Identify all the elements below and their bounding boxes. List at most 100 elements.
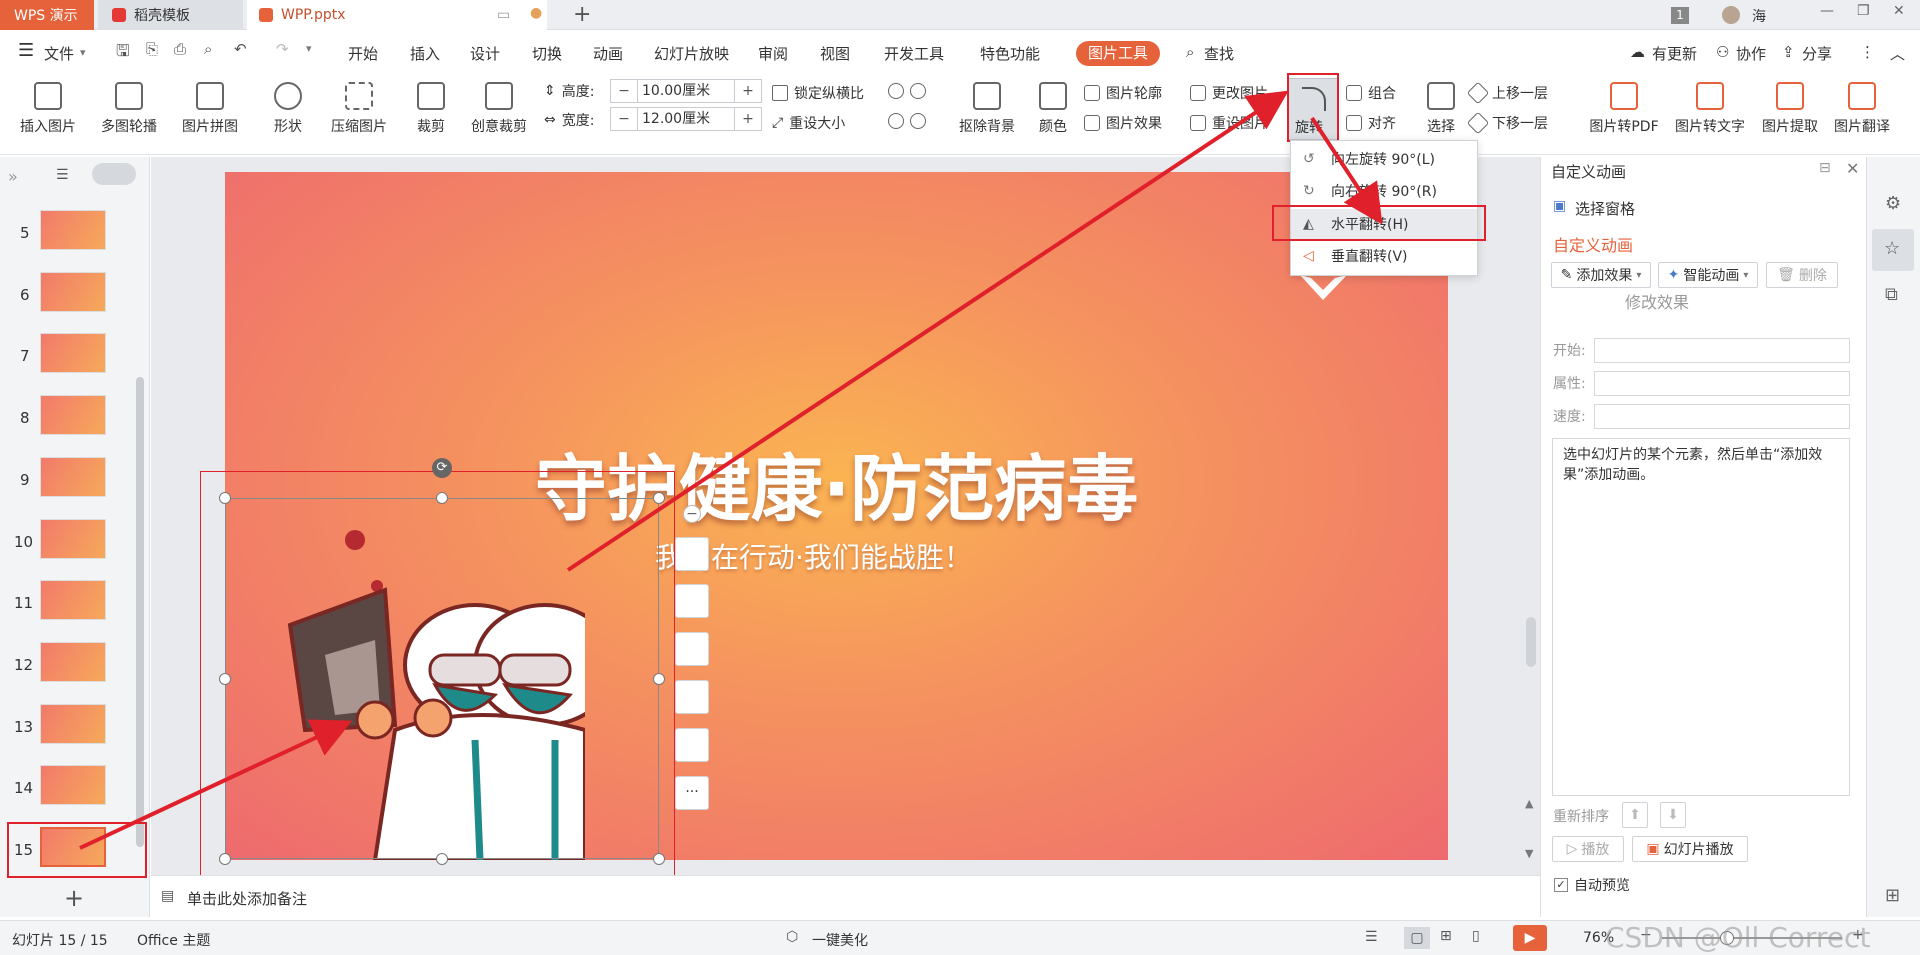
reset-picture-button[interactable]: 重设图片 <box>1190 113 1268 133</box>
picture-outline-button[interactable]: 图片轮廓 <box>1084 83 1162 103</box>
resize-handle-tr[interactable] <box>653 492 665 504</box>
scroll-down-icon[interactable]: ▼ <box>1525 847 1533 860</box>
resize-handle-mr[interactable] <box>653 673 665 685</box>
crop-float-icon[interactable] <box>675 632 709 666</box>
height-plus[interactable]: + <box>735 83 761 99</box>
notes-placeholder[interactable]: 单击此处添加备注 <box>187 888 307 909</box>
menu-item-slideshow[interactable]: 幻灯片放映 <box>654 43 729 64</box>
slide-thumbnail[interactable] <box>40 580 106 621</box>
sorter-view-icon[interactable]: ⊞ <box>1440 928 1452 944</box>
resize-handle-tl[interactable] <box>219 492 231 504</box>
notes-toggle-icon[interactable]: ☰ <box>1365 929 1378 945</box>
auto-preview-checkbox[interactable]: ✓ 自动预览 <box>1554 875 1630 895</box>
height-stepper[interactable]: −10.00厘米 + <box>610 79 762 103</box>
notes-bar[interactable]: ▤ 单击此处添加备注 <box>151 875 1541 920</box>
tab-wps[interactable]: WPS 演示 <box>0 0 94 30</box>
slide-thumbnail[interactable] <box>40 641 106 682</box>
picture-collage-button[interactable]: 图片拼图 <box>172 82 248 136</box>
layers-icon[interactable] <box>675 537 709 571</box>
minimize-icon[interactable]: — <box>1820 3 1834 19</box>
normal-view-icon[interactable]: ▢ <box>1404 927 1430 949</box>
selection-pane-link[interactable]: 选择窗格 <box>1575 198 1635 219</box>
menu-item-design[interactable]: 设计 <box>470 43 500 64</box>
menu-file[interactable]: 文件 <box>44 43 74 64</box>
grid-apps-icon[interactable]: ⊞ <box>1885 885 1900 906</box>
slide-thumbnail[interactable] <box>40 395 106 436</box>
resize-handle-bl[interactable] <box>219 853 231 865</box>
insert-picture-button[interactable]: 插入图片 <box>10 82 86 136</box>
smart-animation-button[interactable]: ✦ 智能动画 ▾ <box>1658 262 1758 288</box>
resize-handle-bc[interactable] <box>436 853 448 865</box>
slide-thumbnail[interactable] <box>40 210 106 250</box>
collapse-toolbar-icon[interactable]: − <box>683 505 701 523</box>
menu-item-view[interactable]: 视图 <box>820 43 850 64</box>
slide-thumbnail[interactable] <box>40 765 106 806</box>
redo-icon[interactable]: ↷ <box>276 40 289 58</box>
play-slideshow-icon[interactable]: ▶ <box>1513 925 1547 951</box>
preview-icon[interactable]: ⌕ <box>204 40 212 58</box>
search-label[interactable]: 查找 <box>1204 43 1234 64</box>
animation-tool-active[interactable]: ☆ <box>1872 229 1914 271</box>
menu-item-features[interactable]: 特色功能 <box>980 43 1040 64</box>
panel-close-icon[interactable]: ✕ <box>1846 159 1859 178</box>
send-backward-button[interactable]: 下移一层 <box>1466 111 1548 135</box>
adjust-icon-1[interactable] <box>888 83 926 99</box>
width-minus[interactable]: − <box>611 111 637 127</box>
rotate-right-item[interactable]: ↻ 向右旋转 90°(R) <box>1291 176 1477 206</box>
monitor-icon[interactable]: ▭ <box>497 7 510 23</box>
search-icon[interactable]: ⌕ <box>1186 43 1194 61</box>
replace-icon[interactable] <box>675 728 709 762</box>
print-icon[interactable]: ⎙ <box>174 40 186 58</box>
add-effect-button[interactable]: ✎ 添加效果 ▾ <box>1551 262 1651 288</box>
undo-icon[interactable]: ↶ <box>234 40 247 58</box>
save-icon[interactable]: 🖫 <box>116 40 130 67</box>
width-value[interactable]: 12.00厘米 <box>637 108 735 130</box>
color-button[interactable]: 颜色 <box>1030 82 1076 136</box>
more-menu-icon[interactable]: ⋮ <box>1860 43 1875 61</box>
slide-thumbnail[interactable] <box>40 456 106 497</box>
share-label[interactable]: 分享 <box>1802 43 1832 64</box>
pic-to-text-button[interactable]: 图片转文字 <box>1668 82 1752 136</box>
play-button[interactable]: ▷ 播放 <box>1552 836 1624 862</box>
resize-handle-ml[interactable] <box>219 673 231 685</box>
lock-ratio-checkbox[interactable]: 锁定纵横比 <box>772 83 864 103</box>
creative-crop-button[interactable]: 创意裁剪 <box>462 82 536 136</box>
width-plus[interactable]: + <box>735 111 761 127</box>
menu-item-animation[interactable]: 动画 <box>593 43 623 64</box>
badge[interactable]: 1 <box>1671 7 1689 24</box>
more-options-icon[interactable]: ··· <box>675 776 709 810</box>
change-picture-button[interactable]: 更改图片 <box>1190 83 1268 103</box>
speed-select[interactable] <box>1594 404 1850 429</box>
resize-handle-tc[interactable] <box>436 492 448 504</box>
height-value[interactable]: 10.00厘米 <box>637 80 735 102</box>
tab-document[interactable]: WPP.pptx ▭ ● <box>247 0 547 30</box>
outline-view-icon[interactable]: ☰ <box>56 167 69 183</box>
resize-handle-br[interactable] <box>653 853 665 865</box>
slideshow-button[interactable]: ▣ 幻灯片播放 <box>1632 836 1748 862</box>
align-button[interactable]: 对齐 <box>1346 113 1396 133</box>
delete-button[interactable]: 🗑 删除 <box>1766 262 1838 288</box>
close-icon[interactable]: ✕ <box>1893 3 1905 19</box>
shape-button[interactable]: 形状 <box>264 82 312 136</box>
export-icon[interactable]: ⎘ <box>146 40 158 58</box>
pic-to-pdf-button[interactable]: 图片转PDF <box>1584 82 1664 136</box>
menu-item-developer[interactable]: 开发工具 <box>884 43 944 64</box>
select-button[interactable]: 选择 <box>1418 82 1464 136</box>
picture-effect-button[interactable]: 图片效果 <box>1084 113 1162 133</box>
property-select[interactable] <box>1594 371 1850 396</box>
start-select[interactable] <box>1594 338 1850 363</box>
menu-item-review[interactable]: 审阅 <box>758 43 788 64</box>
animation-list[interactable]: 选中幻灯片的某个元素，然后单击“添加效果”添加动画。 <box>1552 438 1850 796</box>
picture-selection-frame[interactable] <box>225 498 659 859</box>
thumbnail-view-toggle[interactable] <box>92 163 136 185</box>
adjust-icon-2[interactable] <box>888 113 926 129</box>
menu-item-insert[interactable]: 插入 <box>410 43 440 64</box>
more-icon[interactable]: ▾ <box>306 42 312 55</box>
crop-button[interactable]: 裁剪 <box>408 82 454 136</box>
compress-button[interactable]: 压缩图片 <box>326 82 392 136</box>
avatar[interactable] <box>1722 6 1740 24</box>
collapse-ribbon-icon[interactable]: ︿ <box>1890 43 1905 64</box>
fit-icon[interactable] <box>675 680 709 714</box>
lock-icon[interactable]: ⊟ <box>1819 160 1831 176</box>
rotate-handle-icon[interactable]: ⟳ <box>432 458 452 478</box>
